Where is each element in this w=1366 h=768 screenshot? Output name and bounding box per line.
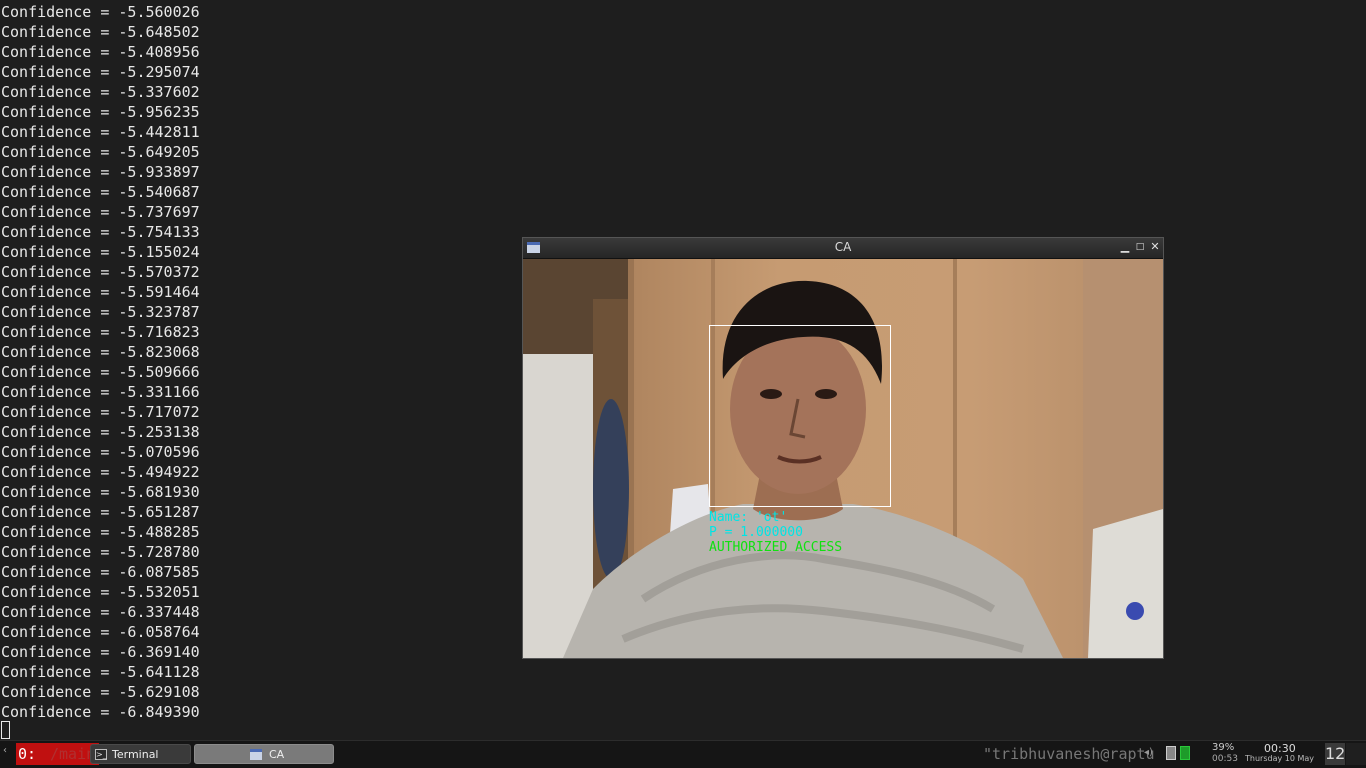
task-label: Terminal (112, 748, 159, 761)
taskbar: ‹ 0:/main >_ Terminal CA "tribhuvanesh@r… (0, 740, 1366, 768)
terminal-line: Confidence = -5.488285 (1, 523, 200, 541)
terminal-line: Confidence = -5.494922 (1, 463, 200, 481)
terminal-line: Confidence = -5.754133 (1, 223, 200, 241)
terminal-line: Confidence = -5.323787 (1, 303, 200, 321)
terminal-line: Confidence = -6.058764 (1, 623, 200, 641)
terminal-line: Confidence = -5.560026 (1, 3, 200, 21)
terminal-line: Confidence = -5.155024 (1, 243, 200, 261)
terminal-cursor (1, 721, 10, 739)
ca-window[interactable]: CA ▁ □ ✕ Name: 'ot' P = 1.000000 AUTHORI… (522, 237, 1164, 659)
ca-titlebar[interactable]: CA ▁ □ ✕ (523, 238, 1163, 259)
hanging-bag (1088, 509, 1163, 658)
terminal-line: Confidence = -5.331166 (1, 383, 200, 401)
terminal-line: Confidence = -5.629108 (1, 683, 200, 701)
maximize-button[interactable]: □ (1134, 241, 1146, 253)
terminal-line: Confidence = -5.509666 (1, 363, 200, 381)
taskbar-item-ca[interactable]: CA (194, 744, 334, 764)
host-status-text: "tribhuvanesh@raptu (983, 745, 1155, 763)
terminal-line: Confidence = -6.369140 (1, 643, 200, 661)
taskbar-item-terminal[interactable]: >_ Terminal (90, 744, 191, 764)
window-icon (250, 749, 262, 760)
terminal-line: Confidence = -5.253138 (1, 423, 200, 441)
battery-time: 00:53 (1212, 754, 1238, 764)
terminal-line: Confidence = -5.591464 (1, 283, 200, 301)
terminal-line: Confidence = -5.648502 (1, 23, 200, 41)
recognized-name-label: Name: 'ot' (709, 510, 788, 525)
terminal-line: Confidence = -5.716823 (1, 323, 200, 341)
bag-logo (1126, 602, 1144, 620)
terminal-line: Confidence = -5.070596 (1, 443, 200, 461)
clipboard-icon[interactable] (1166, 746, 1176, 760)
terminal-line: Confidence = -5.337602 (1, 83, 200, 101)
terminal-line: Confidence = -5.442811 (1, 123, 200, 141)
terminal-line: Confidence = -6.849390 (1, 703, 200, 721)
network-icon[interactable] (1180, 746, 1190, 760)
terminal-icon: >_ (95, 749, 107, 760)
taskbar-menu-icon[interactable]: ‹ (3, 745, 7, 756)
terminal-line: Confidence = -5.737697 (1, 203, 200, 221)
terminal-line: Confidence = -5.570372 (1, 263, 200, 281)
terminal-line: Confidence = -6.337448 (1, 603, 200, 621)
terminal-line: Confidence = -5.651287 (1, 503, 200, 521)
terminal-line: Confidence = -6.087585 (1, 563, 200, 581)
clock-date: Thursday 10 May (1245, 754, 1315, 763)
close-button[interactable]: ✕ (1149, 241, 1161, 253)
hanging-cloth (593, 399, 629, 579)
workspace-number[interactable]: 12 (1325, 743, 1345, 765)
terminal-line: Confidence = -5.408956 (1, 43, 200, 61)
camera-feed: Name: 'ot' P = 1.000000 AUTHORIZED ACCES… (523, 259, 1163, 658)
terminal-line: Confidence = -5.295074 (1, 63, 200, 81)
tmux-status: 0:/main (16, 743, 100, 765)
terminal-line: Confidence = -5.649205 (1, 143, 200, 161)
terminal-line: Confidence = -5.956235 (1, 103, 200, 121)
face-detection-box (709, 325, 891, 507)
terminal-line: Confidence = -5.717072 (1, 403, 200, 421)
minimize-button[interactable]: ▁ (1119, 241, 1131, 253)
task-label: CA (269, 748, 285, 761)
terminal-line: Confidence = -5.540687 (1, 183, 200, 201)
battery-percent[interactable]: 39% (1212, 742, 1234, 753)
terminal-line: Confidence = -5.728780 (1, 543, 200, 561)
volume-icon[interactable]: ◂) (1144, 746, 1164, 760)
probability-label: P = 1.000000 (709, 525, 803, 540)
terminal-line: Confidence = -5.933897 (1, 163, 200, 181)
ca-window-title: CA (834, 240, 852, 254)
taskbar-end (1346, 743, 1366, 765)
terminal-output: Confidence = -5.560026 Confidence = -5.64… (1, 2, 200, 722)
tmux-window-index: 0: (16, 743, 46, 765)
terminal-line: Confidence = -5.823068 (1, 343, 200, 361)
terminal-line: Confidence = -5.641128 (1, 663, 200, 681)
terminal-line: Confidence = -5.532051 (1, 583, 200, 601)
access-status-label: AUTHORIZED ACCESS (709, 540, 843, 555)
wall-light (523, 354, 593, 658)
terminal-line: Confidence = -5.681930 (1, 483, 200, 501)
